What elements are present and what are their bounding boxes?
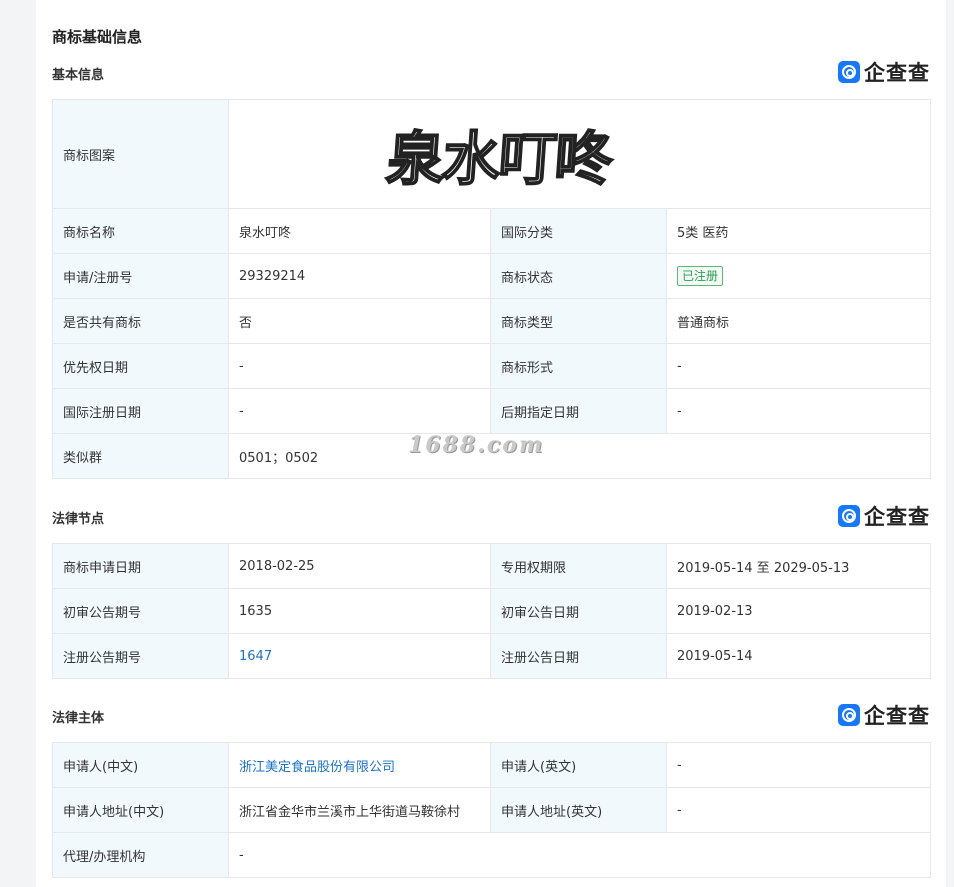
tm-form-label: 商标形式 — [490, 343, 667, 389]
qichacha-logo-text: 企查查 — [864, 704, 930, 728]
reg-notice-no-link[interactable]: 1647 — [239, 649, 272, 664]
prelim-date-value: 2019-02-13 — [666, 588, 931, 634]
applicant-cn-link[interactable]: 浙江美定食品股份有限公司 — [239, 760, 395, 775]
agent-label: 代理/办理机构 — [52, 832, 229, 878]
basic-info-title: 基本信息 — [52, 68, 105, 83]
table-row: 注册公告期号 1647 注册公告日期 2019-05-14 — [52, 633, 931, 679]
qichacha-logo-icon — [838, 704, 860, 726]
reg-notice-date-label: 注册公告日期 — [490, 633, 667, 679]
shared-value: 否 — [228, 298, 491, 344]
later-date-value: - — [665, 388, 932, 434]
prelim-date-label: 初审公告日期 — [490, 588, 667, 634]
tm-name-value: 泉水叮咚 — [228, 208, 491, 254]
table-row: 申请/注册号 29329214 商标状态 已注册 — [52, 253, 932, 299]
intl-class-label: 国际分类 — [490, 208, 667, 254]
legal-subject-table: 申请人(中文) 浙江美定食品股份有限公司 申请人(英文) - 申请人地址(中文)… — [52, 742, 931, 878]
tm-name-label: 商标名称 — [52, 208, 229, 254]
apply-date-label: 商标申请日期 — [52, 543, 229, 589]
intl-class-value: 5类 医药 — [665, 208, 932, 254]
table-row: 代理/办理机构 - — [52, 832, 931, 878]
table-row: 国际注册日期 - 后期指定日期 - — [52, 388, 932, 434]
basic-info-header: 基本信息 企查查 — [52, 60, 930, 86]
shared-label: 是否共有商标 — [52, 298, 229, 344]
address-cn-label: 申请人地址(中文) — [52, 787, 229, 833]
later-date-label: 后期指定日期 — [490, 388, 667, 434]
legal-subject-title: 法律主体 — [52, 711, 105, 726]
basic-info-table: 商标图案 泉水叮咚 商标名称 泉水叮咚 国际分类 5类 医药 申请/注册号 29… — [52, 99, 932, 479]
applicant-en-label: 申请人(英文) — [490, 742, 667, 788]
reg-notice-no-label: 注册公告期号 — [52, 633, 229, 679]
table-row: 申请人地址(中文) 浙江省金华市兰溪市上华街道马鞍徐村 申请人地址(英文) - — [52, 787, 931, 833]
tm-status-label: 商标状态 — [490, 253, 667, 299]
priority-date-value: - — [228, 343, 491, 389]
table-row: 商标名称 泉水叮咚 国际分类 5类 医药 — [52, 208, 932, 254]
trademark-image: 泉水叮咚 — [383, 124, 614, 194]
priority-date-label: 优先权日期 — [52, 343, 229, 389]
reg-no-label: 申请/注册号 — [52, 253, 229, 299]
reg-notice-no-cell: 1647 — [228, 633, 491, 679]
page-title: 商标基础信息 — [52, 28, 143, 46]
tm-type-label: 商标类型 — [490, 298, 667, 344]
similar-group-value: 0501；0502 — [227, 433, 932, 479]
applicant-cn-label: 申请人(中文) — [52, 742, 229, 788]
table-row: 是否共有商标 否 商标类型 普通商标 — [52, 298, 932, 344]
address-en-value: - — [666, 787, 931, 833]
address-en-label: 申请人地址(英文) — [490, 787, 667, 833]
site-watermark: 1688.com — [408, 432, 545, 458]
tm-image-cell: 泉水叮咚 — [227, 99, 932, 209]
legal-nodes-table: 商标申请日期 2018-02-25 专用权期限 2019-05-14 至 202… — [52, 543, 931, 679]
qichacha-logo[interactable]: 企查查 — [838, 504, 930, 529]
legal-nodes-title: 法律节点 — [52, 512, 105, 527]
trademark-info-card: 商标基础信息 基本信息 企查查 商标图案 泉水叮咚 商标名称 泉水叮咚 国际分类… — [36, 0, 946, 887]
qichacha-logo-icon — [838, 505, 860, 527]
exclusive-term-label: 专用权期限 — [490, 543, 667, 589]
qichacha-logo[interactable]: 企查查 — [838, 703, 930, 728]
qichacha-logo[interactable]: 企查查 — [838, 60, 930, 85]
tm-status-cell: 已注册 — [665, 253, 932, 299]
similar-group-label: 类似群 — [52, 433, 229, 479]
exclusive-term-value: 2019-05-14 至 2029-05-13 — [666, 543, 931, 589]
agent-value: - — [228, 832, 931, 878]
status-badge: 已注册 — [677, 266, 724, 286]
prelim-no-label: 初审公告期号 — [52, 588, 229, 634]
applicant-cn-cell: 浙江美定食品股份有限公司 — [228, 742, 491, 788]
table-row: 商标申请日期 2018-02-25 专用权期限 2019-05-14 至 202… — [52, 543, 931, 589]
reg-no-value: 29329214 — [228, 253, 491, 299]
applicant-en-value: - — [666, 742, 931, 788]
reg-notice-date-value: 2019-05-14 — [666, 633, 931, 679]
address-cn-value: 浙江省金华市兰溪市上华街道马鞍徐村 — [228, 787, 491, 833]
tm-image-label: 商标图案 — [52, 99, 229, 209]
qichacha-logo-text: 企查查 — [864, 505, 930, 529]
legal-nodes-header: 法律节点 企查查 — [52, 504, 930, 530]
table-row: 优先权日期 - 商标形式 - — [52, 343, 932, 389]
prelim-no-value: 1635 — [228, 588, 491, 634]
intl-reg-date-label: 国际注册日期 — [52, 388, 229, 434]
tm-form-value: - — [665, 343, 932, 389]
table-row: 初审公告期号 1635 初审公告日期 2019-02-13 — [52, 588, 931, 634]
legal-subject-header: 法律主体 企查查 — [52, 703, 930, 729]
qichacha-logo-text: 企查查 — [864, 61, 930, 85]
intl-reg-date-value: - — [228, 388, 491, 434]
qichacha-logo-icon — [838, 61, 860, 83]
tm-type-value: 普通商标 — [665, 298, 932, 344]
table-row: 申请人(中文) 浙江美定食品股份有限公司 申请人(英文) - — [52, 742, 931, 788]
table-row: 商标图案 泉水叮咚 — [52, 99, 932, 209]
apply-date-value: 2018-02-25 — [228, 543, 491, 589]
